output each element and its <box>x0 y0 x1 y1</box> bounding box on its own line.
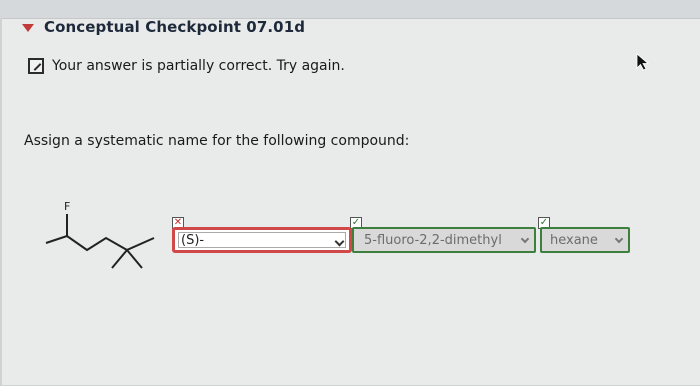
mouse-pointer-icon <box>636 53 650 71</box>
collapse-chevron-icon[interactable] <box>22 24 34 32</box>
carbon-chain <box>45 234 128 252</box>
substituent-dropdown[interactable]: 5-fluoro-2,2-dimethyl <box>352 227 536 253</box>
chevron-down-icon[interactable] <box>520 234 530 244</box>
stereo-value: (S)- <box>181 232 205 248</box>
feedback-status: Your answer is partially correct. Try ag… <box>28 58 345 74</box>
section-title: Conceptual Checkpoint 07.01d <box>44 18 306 36</box>
stereo-dropdown[interactable]: (S)- <box>172 227 352 253</box>
partially-correct-icon <box>28 58 44 74</box>
top-strip <box>0 0 700 18</box>
parent-chain-value: hexane <box>550 232 598 248</box>
fluorine-label: F <box>64 200 70 213</box>
methyl-right <box>126 237 155 251</box>
chevron-down-icon[interactable] <box>614 234 624 244</box>
molecule-structure: F <box>45 200 155 269</box>
substituent-value: 5-fluoro-2,2-dimethyl <box>364 232 502 248</box>
parent-chain-dropdown[interactable]: hexane <box>540 227 630 253</box>
status-text: Your answer is partially correct. Try ag… <box>52 58 345 74</box>
methyl-branches <box>111 248 143 269</box>
question-prompt: Assign a systematic name for the followi… <box>24 133 410 149</box>
section-header[interactable]: Conceptual Checkpoint 07.01d <box>22 18 305 36</box>
